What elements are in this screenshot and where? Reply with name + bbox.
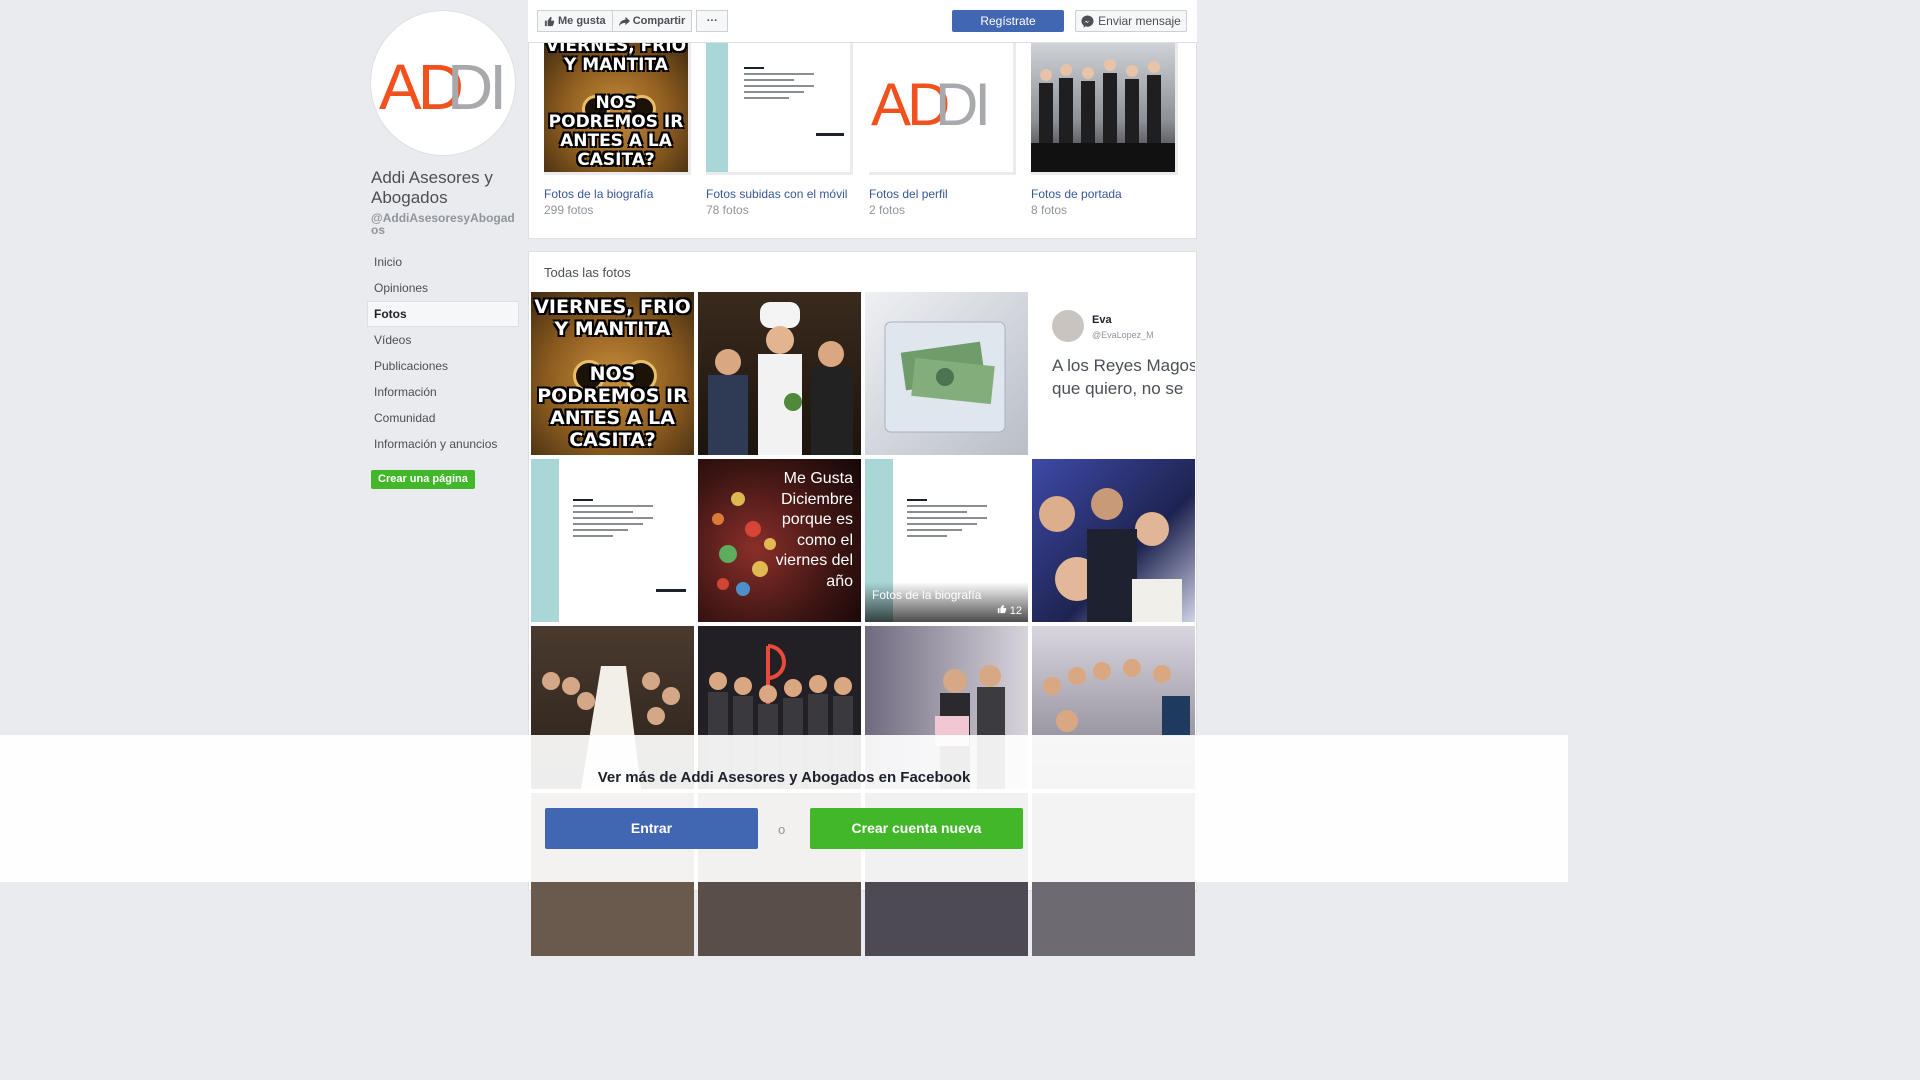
photo-caption: Fotos de la biografía bbox=[872, 588, 982, 602]
photo-tile[interactable] bbox=[865, 292, 1028, 455]
photo-tile[interactable] bbox=[1032, 459, 1195, 622]
money-ice-photo bbox=[884, 321, 1006, 433]
album-card[interactable]: Fotos de portada 8 fotos bbox=[1031, 43, 1178, 217]
album-count: 2 fotos bbox=[869, 203, 906, 217]
login-button[interactable]: Entrar bbox=[545, 808, 758, 849]
action-buttons: Me gusta Compartir ··· bbox=[537, 10, 729, 32]
nav-item-informacion[interactable]: Información bbox=[367, 379, 519, 405]
album-card[interactable]: AD DI Fotos del perfil 2 fotos bbox=[869, 43, 1016, 217]
photo-tile[interactable]: Me Gusta Diciembre porque es como el vie… bbox=[698, 459, 861, 622]
meme-top-text: VIERNES, FRIO Y MANTITA bbox=[534, 296, 691, 340]
overlay-title: Ver más de Addi Asesores y Abogados en F… bbox=[597, 769, 971, 786]
more-options-button[interactable]: ··· bbox=[696, 10, 729, 32]
albums-section: VIERNES, FRIO Y MANTITA NOS PODREMOS IR … bbox=[528, 43, 1197, 239]
like-label: Me gusta bbox=[558, 15, 606, 27]
photo-tile[interactable] bbox=[698, 292, 861, 455]
nav-item-comunidad[interactable]: Comunidad bbox=[367, 405, 519, 431]
tweet-text: A los Reyes Magos que quiero, no se bbox=[1052, 356, 1195, 398]
album-count: 299 fotos bbox=[544, 203, 594, 217]
thumbs-up-icon bbox=[544, 16, 555, 26]
card-stripe bbox=[531, 459, 559, 622]
nav-item-inicio[interactable]: Inicio bbox=[367, 249, 519, 275]
send-message-button[interactable]: Enviar mensaje bbox=[1075, 10, 1187, 32]
photo-tile[interactable]: VIERNES, FRIO Y MANTITA NOS PODREMOS IR … bbox=[531, 292, 694, 455]
addi-logo: AD DI bbox=[379, 51, 507, 123]
nav-item-videos[interactable]: Vídeos bbox=[367, 327, 519, 353]
album-card[interactable]: Fotos subidas con el móvil 78 fotos bbox=[706, 43, 853, 217]
more-icon: ··· bbox=[706, 15, 718, 27]
card-text-lines bbox=[907, 499, 987, 541]
december-quote: Me Gusta Diciembre porque es como el vie… bbox=[775, 470, 853, 590]
album-card[interactable]: VIERNES, FRIO Y MANTITA NOS PODREMOS IR … bbox=[544, 43, 691, 217]
album-count: 78 fotos bbox=[706, 203, 749, 217]
likes-count: 12 bbox=[1009, 605, 1022, 617]
share-button[interactable]: Compartir bbox=[612, 10, 693, 32]
register-button[interactable]: Regístrate bbox=[952, 10, 1064, 32]
album-thumbnail[interactable]: VIERNES, FRIO Y MANTITA NOS PODREMOS IR … bbox=[544, 43, 691, 175]
nav-item-publicaciones[interactable]: Publicaciones bbox=[367, 353, 519, 379]
meme-bottom-text: NOS PODREMOS IR ANTES A LA CASITA? bbox=[548, 93, 684, 170]
avatar bbox=[1052, 310, 1084, 342]
photo-likes: 12 bbox=[997, 604, 1022, 617]
svg-text:DI: DI bbox=[935, 71, 987, 138]
login-overlay bbox=[0, 735, 1568, 882]
photo-tile-hover[interactable]: Fotos de la biografía 12 bbox=[865, 459, 1028, 622]
meme-bottom-text: NOS PODREMOS IR ANTES A LA CASITA? bbox=[537, 363, 688, 451]
like-button[interactable]: Me gusta bbox=[537, 10, 613, 32]
page-action-bar: Me gusta Compartir ··· Regístrate Enviar… bbox=[528, 0, 1197, 43]
page-nav: Inicio Opiniones Fotos Vídeos Publicacio… bbox=[367, 249, 519, 457]
card-url bbox=[656, 589, 686, 592]
nav-item-info-anuncios[interactable]: Información y anuncios bbox=[367, 431, 519, 457]
tweet-handle: @EvaLopez_M bbox=[1092, 330, 1154, 340]
album-title[interactable]: Fotos subidas con el móvil bbox=[706, 187, 852, 201]
album-count: 8 fotos bbox=[1031, 203, 1068, 217]
meme-top-text: VIERNES, FRIO Y MANTITA bbox=[545, 43, 687, 75]
thumbs-up-icon bbox=[997, 604, 1006, 614]
card-text-lines bbox=[744, 67, 814, 103]
svg-text:DI: DI bbox=[447, 51, 503, 123]
tweet-name: Eva bbox=[1092, 314, 1112, 326]
album-title[interactable]: Fotos de la biografía bbox=[544, 187, 690, 201]
album-thumbnail[interactable] bbox=[1031, 43, 1178, 175]
album-title[interactable]: Fotos de portada bbox=[1031, 187, 1177, 201]
share-label: Compartir bbox=[632, 15, 686, 27]
nav-item-opiniones[interactable]: Opiniones bbox=[367, 275, 519, 301]
album-thumbnail[interactable] bbox=[706, 43, 853, 175]
create-account-button[interactable]: Crear cuenta nueva bbox=[810, 808, 1023, 849]
chef-photo bbox=[708, 302, 853, 455]
photo-tile[interactable] bbox=[531, 459, 694, 622]
share-arrow-icon bbox=[618, 16, 630, 26]
messenger-icon bbox=[1081, 14, 1094, 28]
nav-item-fotos[interactable]: Fotos bbox=[367, 301, 519, 327]
tweet-tile[interactable]: Eva @EvaLopez_M A los Reyes Magos que qu… bbox=[1032, 292, 1195, 455]
card-url bbox=[816, 133, 844, 136]
album-title[interactable]: Fotos del perfil bbox=[869, 187, 1015, 201]
card-stripe bbox=[706, 43, 728, 172]
page-name[interactable]: Addi Asesores y Abogados bbox=[371, 168, 521, 208]
send-message-label: Enviar mensaje bbox=[1098, 14, 1181, 28]
create-page-button[interactable]: Crear una página bbox=[371, 470, 475, 489]
card-text-lines bbox=[573, 499, 653, 541]
addi-logo: AD DI bbox=[871, 71, 991, 138]
album-thumbnail[interactable]: AD DI bbox=[869, 43, 1016, 175]
or-separator: o bbox=[778, 822, 786, 837]
team-photo bbox=[1031, 59, 1175, 172]
profile-picture[interactable]: AD DI bbox=[370, 10, 516, 156]
page-handle[interactable]: @AddiAsesoresyAbogados bbox=[371, 212, 521, 236]
selfie-photo bbox=[1039, 488, 1182, 622]
all-photos-title: Todas las fotos bbox=[544, 265, 631, 280]
